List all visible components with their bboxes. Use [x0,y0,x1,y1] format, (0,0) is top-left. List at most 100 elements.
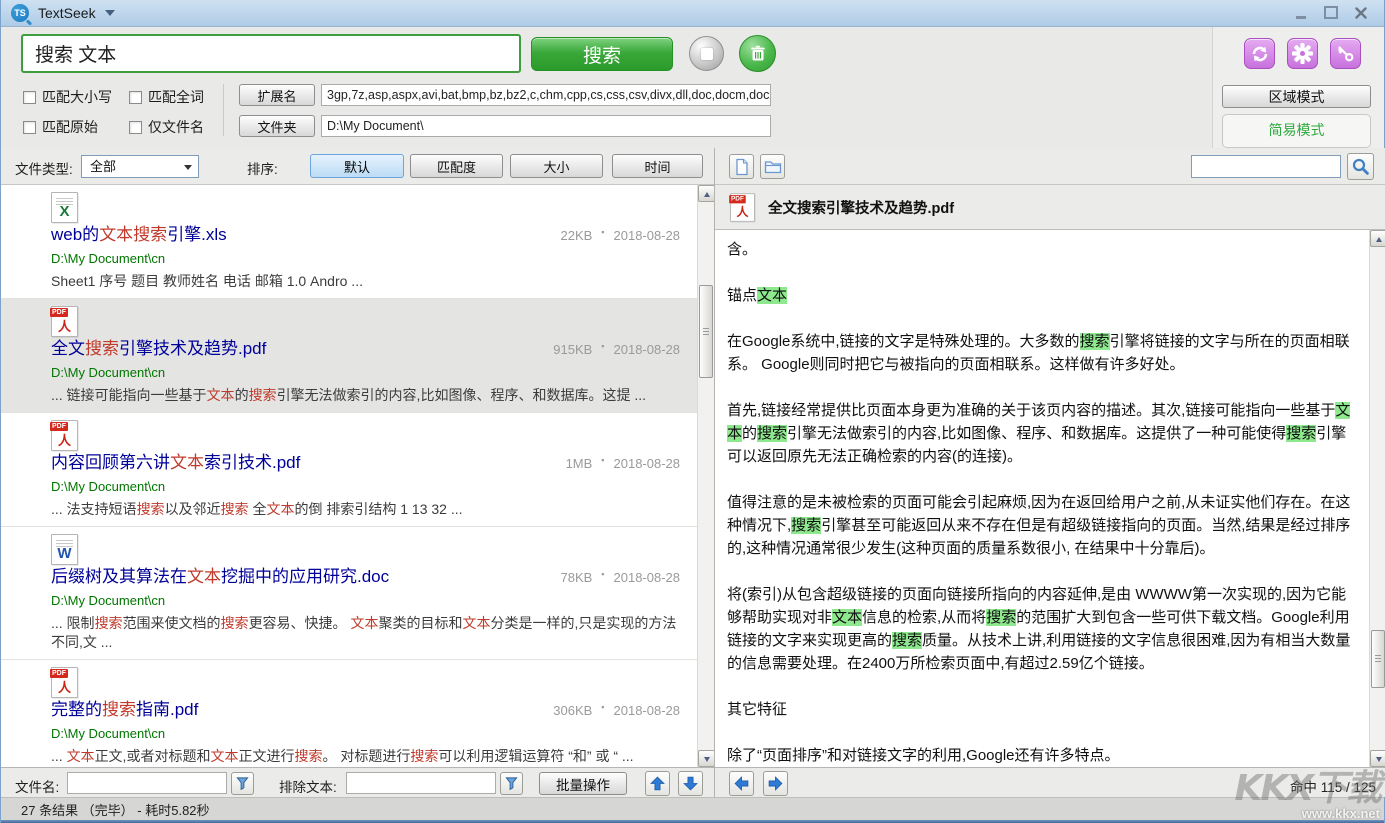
stop-icon [701,48,713,60]
highlighted-term: 文本 [350,615,378,631]
match-case-label: 匹配大小写 [42,87,112,107]
match-case-option: 匹配大小写 [23,87,112,107]
preview-footer: 命中 115 / 125 [714,767,1385,797]
text-segment: ... 限制 [51,615,95,631]
clear-results-button[interactable] [739,35,776,72]
next-hit-button[interactable] [763,771,788,796]
minimize-button[interactable] [1294,7,1308,19]
filename-filter-button[interactable] [231,772,254,795]
funnel-icon [504,776,519,791]
extensions-field[interactable]: 3gp,7z,asp,aspx,avi,bat,bmp,bz,bz2,c,chm… [321,84,771,106]
exclude-text-input[interactable] [346,772,496,794]
app-title: TextSeek [38,5,96,21]
text-segment: 可以利用逻辑运算符 “和” 或 “ ... [438,748,633,764]
text-segment: 正文,或者对标题和 [95,748,211,764]
region-mode-button[interactable]: 区域模式 [1222,85,1371,108]
result-row[interactable]: PDF人全文搜索引擎技术及趋势.pdf915KB▪2018-08-28D:\My… [1,299,714,413]
file-type-select[interactable]: 全部 [81,155,199,178]
result-title[interactable]: 完整的搜索指南.pdf [51,698,536,722]
preview-search-button[interactable] [1347,153,1374,180]
file-size: 1MB [544,456,592,471]
preview-paragraph: 值得注意的是未被检索的页面可能会引起麻烦,因为在返回给用户之前,从未证实他们存在… [727,491,1356,560]
xls-file-icon: X [51,192,78,223]
pdf-file-icon: PDF人 [730,193,755,222]
text-segment: 引擎.xls [167,225,227,244]
result-path: D:\My Document\cn [51,477,680,496]
mode-panel: 区域模式 简易模式 [1212,27,1384,148]
sort-match-button[interactable]: 匹配度 [410,154,503,178]
sort-default-button[interactable]: 默认 [310,154,404,178]
text-segment: 挖掘中的应用研究.doc [221,567,389,586]
extensions-button[interactable]: 扩展名 [239,84,315,106]
text-segment: 更容易、快捷。 [249,615,351,631]
highlighted-term: 文本 [67,748,95,764]
stop-button[interactable] [689,36,724,71]
result-title[interactable]: web的文本搜索引擎.xls [51,223,536,247]
text-segment: 。 对标题进行 [322,748,410,764]
result-meta: 1MB▪2018-08-28 [536,456,680,471]
scroll-up-button[interactable] [1370,230,1385,247]
meta-separator: ▪ [601,341,604,356]
filename-filter-input[interactable] [67,772,227,794]
match-whole-word-label: 匹配全词 [148,87,204,107]
exclude-filter-button[interactable] [500,772,523,795]
result-title[interactable]: 内容回顾第六讲文本索引技术.pdf [51,451,536,475]
scrollbar-thumb[interactable] [1371,630,1385,688]
open-folder-button[interactable] [760,154,785,179]
preview-search-input[interactable] [1191,155,1341,178]
highlighted-term: 搜索 [85,339,119,358]
result-row[interactable]: PDF人内容回顾第六讲文本索引技术.pdf1MB▪2018-08-28D:\My… [1,413,714,527]
highlighted-term: 文本 [207,387,235,403]
file-date: 2018-08-28 [614,228,681,243]
text-segment: 范围来使文档的 [123,615,221,631]
search-button[interactable]: 搜索 [531,37,673,71]
search-input[interactable] [21,34,521,73]
open-file-button[interactable] [729,154,754,179]
file-type-label: 文件类型: [15,158,73,178]
previous-result-button[interactable] [645,771,670,796]
highlighted-term: 文本 [187,567,221,586]
result-title[interactable]: 后缀树及其算法在文本挖掘中的应用研究.doc [51,565,536,589]
text-segment: ... 法支持短语 [51,501,137,517]
match-whole-word-checkbox[interactable] [129,91,142,104]
textseek-window: TS TextSeek 搜索 匹配大小写 [0,0,1385,823]
license-key-button[interactable] [1330,38,1361,69]
result-row[interactable]: PDF人完整的搜索指南.pdf306KB▪2018-08-28D:\My Doc… [1,660,714,767]
scroll-down-button[interactable] [698,750,715,767]
preview-content[interactable]: 含。 锚点文本 在Google系统中,链接的文字是特殊处理的。大多数的搜索引擎将… [715,230,1385,767]
folder-button[interactable]: 文件夹 [239,115,315,137]
result-title[interactable]: 全文搜索引擎技术及趋势.pdf [51,337,536,361]
settings-button[interactable] [1287,38,1318,69]
preview-paragraph: 含。 [727,238,1356,261]
match-original-checkbox[interactable] [23,121,36,134]
maximize-button[interactable] [1324,7,1338,19]
next-result-button[interactable] [678,771,703,796]
previous-hit-button[interactable] [729,771,754,796]
sort-size-button[interactable]: 大小 [510,154,603,178]
match-case-checkbox[interactable] [23,91,36,104]
preview-paragraph: 其它特征 [727,698,1356,721]
close-button[interactable] [1354,7,1368,19]
folder-field[interactable]: D:\My Document\ [321,115,771,137]
result-row[interactable]: Xweb的文本搜索引擎.xls22KB▪2018-08-28D:\My Docu… [1,185,714,299]
scroll-up-button[interactable] [698,185,715,202]
window-controls [1294,7,1374,19]
file-size: 22KB [544,228,592,243]
text-segment: 索引技术.pdf [204,453,300,472]
result-snippet: ... 文本正文,或者对标题和文本正文进行搜索。 对标题进行搜索可以利用逻辑运算… [51,747,680,766]
scrollbar-thumb[interactable] [699,285,713,378]
app-menu-arrow-icon[interactable] [105,10,115,16]
highlighted-term: 搜索 [95,615,123,631]
meta-separator: ▪ [601,569,604,584]
refresh-index-button[interactable] [1244,38,1275,69]
pdf-file-icon: PDF人 [51,667,78,698]
filename-only-checkbox[interactable] [129,121,142,134]
simple-mode-tab[interactable]: 简易模式 [1222,114,1371,148]
highlighted-term: 文本 [757,287,787,304]
scroll-down-button[interactable] [1370,750,1385,767]
text-segment: 的倒 排索引结构 1 13 32 ... [294,501,462,517]
result-path: D:\My Document\cn [51,363,680,382]
result-row[interactable]: W后缀树及其算法在文本挖掘中的应用研究.doc78KB▪2018-08-28D:… [1,527,714,660]
sort-time-button[interactable]: 时间 [612,154,703,178]
batch-operations-button[interactable]: 批量操作 [539,772,627,795]
